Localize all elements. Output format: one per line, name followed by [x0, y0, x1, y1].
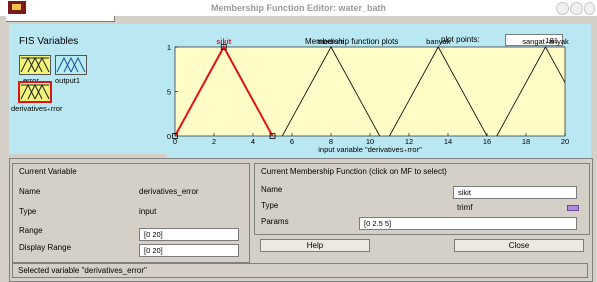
mf-label-2: banyak	[426, 37, 450, 46]
maximize-icon[interactable]	[570, 2, 583, 15]
mf-type-label: Type	[261, 201, 279, 210]
variable-derivatives-error-label: derivatives₊rror	[11, 104, 63, 113]
menu-bar[interactable]	[6, 16, 115, 22]
status-text: Selected variable "derivatives_error"	[18, 266, 147, 275]
current-mf-title: Current Membership Function (click on MF…	[261, 167, 447, 176]
cv-name-label: Name	[19, 187, 41, 196]
window-title: Membership Function Editor: water_bath	[210, 3, 386, 13]
cv-name-value: derivatives_error	[139, 187, 199, 196]
display-range-input[interactable]: [0 20]	[139, 244, 239, 257]
mf-plot-area: Membership function plots plot points: 1…	[167, 24, 591, 163]
status-bar: Selected variable "derivatives_error"	[12, 263, 588, 278]
variable-derivatives-error-box[interactable]	[18, 81, 52, 103]
current-variable-panel: Current Variable Name derivatives_error …	[12, 163, 250, 263]
close-window-icon[interactable]	[584, 2, 595, 15]
mf-name-label: Name	[261, 185, 283, 194]
x-tick-label: 16	[483, 137, 491, 146]
fis-variables-title: FIS Variables	[19, 36, 79, 47]
x-tick-label: 4	[251, 137, 255, 146]
output-mf-icon	[56, 56, 86, 73]
y-tick-label: 1	[167, 43, 171, 52]
mf-editor-window: Membership Function Editor: water_bath F…	[0, 0, 597, 282]
x-tick-label: 18	[522, 137, 530, 146]
mf-label-3: sangat₊anyak	[522, 37, 569, 46]
fis-variables-panel: FIS Variables error output1	[9, 24, 167, 154]
cv-display-range-label: Display Range	[19, 243, 72, 252]
title-bar: Membership Function Editor: water_bath	[0, 0, 597, 16]
mf-name-input[interactable]: sikit	[453, 186, 577, 199]
help-button[interactable]: Help	[260, 239, 370, 252]
cv-type-value: input	[139, 207, 157, 216]
current-variable-title: Current Variable	[19, 167, 77, 176]
range-input[interactable]: [0 20]	[139, 228, 239, 241]
x-tick-label: 14	[444, 137, 452, 146]
current-mf-panel: Current Membership Function (click on MF…	[254, 163, 590, 235]
y-tick-label: 0.5	[167, 88, 171, 97]
x-tick-label: 20	[561, 137, 569, 146]
input-mf-icon	[20, 56, 50, 73]
minimize-icon[interactable]	[556, 2, 569, 15]
variable-output1-box[interactable]	[55, 55, 87, 75]
x-axis-label: input variable "derivatives₊rror"	[318, 145, 422, 154]
cv-type-label: Type	[19, 207, 37, 216]
variable-output1-label: output1	[55, 76, 81, 85]
bottom-panel: Current Variable Name derivatives_error …	[9, 158, 593, 282]
mf-type-value: trimf	[457, 203, 473, 212]
mf-params-input[interactable]: [0 2.5 5]	[359, 217, 577, 230]
x-tick-label: 2	[212, 137, 216, 146]
mf-label-1: medium	[318, 37, 345, 46]
mf-params-label: Params	[261, 217, 289, 226]
input-mf-icon	[20, 83, 50, 100]
x-tick-label: 6	[290, 137, 294, 146]
variable-error-box[interactable]	[19, 55, 51, 75]
cv-range-label: Range	[19, 226, 43, 235]
mf-chart[interactable]: 0246810121416182000.51input variable "de…	[167, 24, 591, 163]
y-tick-label: 0	[167, 132, 171, 141]
close-button[interactable]: Close	[454, 239, 584, 252]
mf-type-dropdown-icon[interactable]	[567, 205, 579, 211]
plot-frame	[174, 46, 566, 137]
